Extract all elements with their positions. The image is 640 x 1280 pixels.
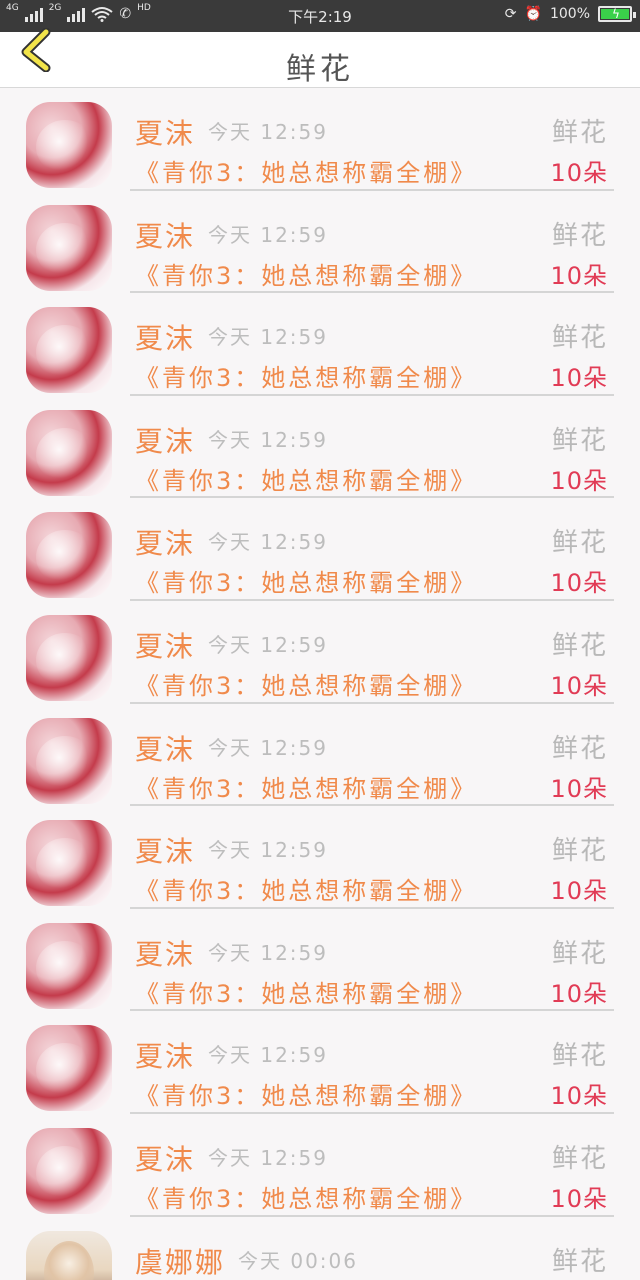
avatar[interactable] [26, 204, 112, 291]
gift-time: 今天 12:59 [208, 735, 328, 760]
gift-list: 夏沫 今天 12:59 鲜花 《青你3：她总想称霸全棚》 10朵 夏沫 今天 1… [0, 88, 640, 1280]
user-name: 夏沫 [135, 835, 196, 869]
gift-time: 今天 12:59 [208, 427, 328, 452]
gift-time: 今天 00:06 [238, 1248, 358, 1273]
list-item[interactable]: 夏沫 今天 12:59 鲜花 《青你3：她总想称霸全棚》 10朵 [0, 88, 640, 191]
book-title: 《青你3：她总想称霸全棚》 [135, 979, 478, 1008]
gift-type: 鲜花 [551, 1143, 608, 1174]
gift-time: 今天 12:59 [208, 838, 328, 863]
gift-time: 今天 12:59 [208, 1043, 328, 1068]
navbar: 鲜花 [0, 28, 640, 88]
gift-type: 鲜花 [551, 836, 608, 867]
list-item[interactable]: 夏沫 今天 12:59 鲜花 《青你3：她总想称霸全棚》 10朵 [0, 601, 640, 704]
book-title: 《青你3：她总想称霸全棚》 [135, 774, 478, 803]
list-item[interactable]: 夏沫 今天 12:59 鲜花 《青你3：她总想称霸全棚》 10朵 [0, 191, 640, 294]
gift-amount: 10朵 [550, 1184, 608, 1213]
gift-amount: 10朵 [550, 364, 608, 393]
gift-amount: 10朵 [550, 261, 608, 290]
gift-amount: 10朵 [550, 979, 608, 1008]
avatar[interactable] [26, 1025, 112, 1112]
avatar[interactable] [26, 922, 112, 1009]
list-item[interactable]: 夏沫 今天 12:59 鲜花 《青你3：她总想称霸全棚》 10朵 [0, 498, 640, 601]
user-name: 夏沫 [135, 629, 196, 663]
avatar[interactable] [26, 512, 112, 599]
book-title: 《青你3：她总想称霸全棚》 [135, 671, 478, 700]
gift-time: 今天 12:59 [208, 530, 328, 555]
book-title: 《青你3：她总想称霸全棚》 [135, 1082, 478, 1111]
gift-time: 今天 12:59 [208, 940, 328, 965]
gift-type: 鲜花 [551, 733, 608, 764]
list-item[interactable]: 夏沫 今天 12:59 鲜花 《青你3：她总想称霸全棚》 10朵 [0, 1011, 640, 1114]
gift-type: 鲜花 [551, 220, 608, 251]
avatar[interactable] [26, 307, 112, 394]
gift-amount: 10朵 [550, 671, 608, 700]
gift-type: 鲜花 [551, 425, 608, 456]
user-name: 夏沫 [135, 527, 196, 561]
gift-type: 鲜花 [551, 528, 608, 559]
list-item[interactable]: 夏沫 今天 12:59 鲜花 《青你3：她总想称霸全棚》 10朵 [0, 806, 640, 909]
user-name: 夏沫 [135, 219, 196, 253]
list-item[interactable]: 虞娜娜 今天 00:06 鲜花 [0, 1217, 640, 1280]
book-title: 《青你3：她总想称霸全棚》 [135, 364, 478, 393]
book-title: 《青你3：她总想称霸全棚》 [135, 466, 478, 495]
gift-type: 鲜花 [551, 323, 608, 354]
gift-time: 今天 12:59 [208, 325, 328, 350]
alarm-icon: ⏰ [524, 6, 542, 22]
user-name: 夏沫 [135, 1142, 196, 1176]
list-item[interactable]: 夏沫 今天 12:59 鲜花 《青你3：她总想称霸全棚》 10朵 [0, 396, 640, 499]
user-name: 夏沫 [135, 732, 196, 766]
status-bar: 4G 2G ✆ HD 下午2:19 ⟳ ⏰ 100% ϟ [0, 0, 640, 32]
page-title: 鲜花 [286, 52, 354, 87]
battery-percent: 100% [549, 6, 590, 22]
user-name: 夏沫 [135, 117, 196, 150]
status-right: ⟳ ⏰ 100% ϟ [504, 6, 636, 22]
rotation-lock-icon: ⟳ [504, 6, 517, 22]
user-name: 夏沫 [135, 1040, 196, 1074]
gift-type: 鲜花 [551, 1041, 608, 1072]
list-item[interactable]: 夏沫 今天 12:59 鲜花 《青你3：她总想称霸全棚》 10朵 [0, 293, 640, 396]
user-name: 夏沫 [135, 937, 196, 971]
user-name: 夏沫 [135, 322, 196, 356]
list-item[interactable]: 夏沫 今天 12:59 鲜花 《青你3：她总想称霸全棚》 10朵 [0, 1114, 640, 1217]
avatar[interactable] [26, 102, 112, 188]
avatar[interactable] [26, 1230, 112, 1280]
list-item[interactable]: 夏沫 今天 12:59 鲜花 《青你3：她总想称霸全棚》 10朵 [0, 704, 640, 807]
avatar[interactable] [26, 409, 112, 496]
gift-time: 今天 12:59 [208, 632, 328, 657]
gift-time: 今天 12:59 [208, 120, 328, 144]
gift-time: 今天 12:59 [208, 1145, 328, 1170]
gift-type: 鲜花 [551, 1246, 608, 1277]
avatar[interactable] [26, 717, 112, 804]
gift-amount: 10朵 [550, 877, 608, 906]
book-title: 《青你3：她总想称霸全棚》 [135, 1184, 478, 1213]
book-title: 《青你3：她总想称霸全棚》 [135, 877, 478, 906]
book-title: 《青你3：她总想称霸全棚》 [135, 261, 478, 290]
avatar[interactable] [26, 1127, 112, 1214]
gift-type: 鲜花 [551, 630, 608, 661]
gift-amount: 10朵 [550, 1082, 608, 1111]
battery-icon: ϟ [598, 6, 636, 22]
avatar[interactable] [26, 614, 112, 701]
book-title: 《青你3：她总想称霸全棚》 [135, 569, 478, 598]
gift-time: 今天 12:59 [208, 222, 328, 247]
user-name: 夏沫 [135, 424, 196, 458]
gift-amount: 10朵 [550, 159, 608, 187]
gift-type: 鲜花 [551, 938, 608, 969]
gift-amount: 10朵 [550, 569, 608, 598]
avatar[interactable] [26, 820, 112, 907]
user-name: 虞娜娜 [135, 1245, 226, 1279]
gift-type: 鲜花 [551, 118, 608, 148]
gift-amount: 10朵 [550, 774, 608, 803]
book-title: 《青你3：她总想称霸全棚》 [135, 159, 478, 187]
gift-amount: 10朵 [550, 466, 608, 495]
list-item[interactable]: 夏沫 今天 12:59 鲜花 《青你3：她总想称霸全棚》 10朵 [0, 909, 640, 1012]
